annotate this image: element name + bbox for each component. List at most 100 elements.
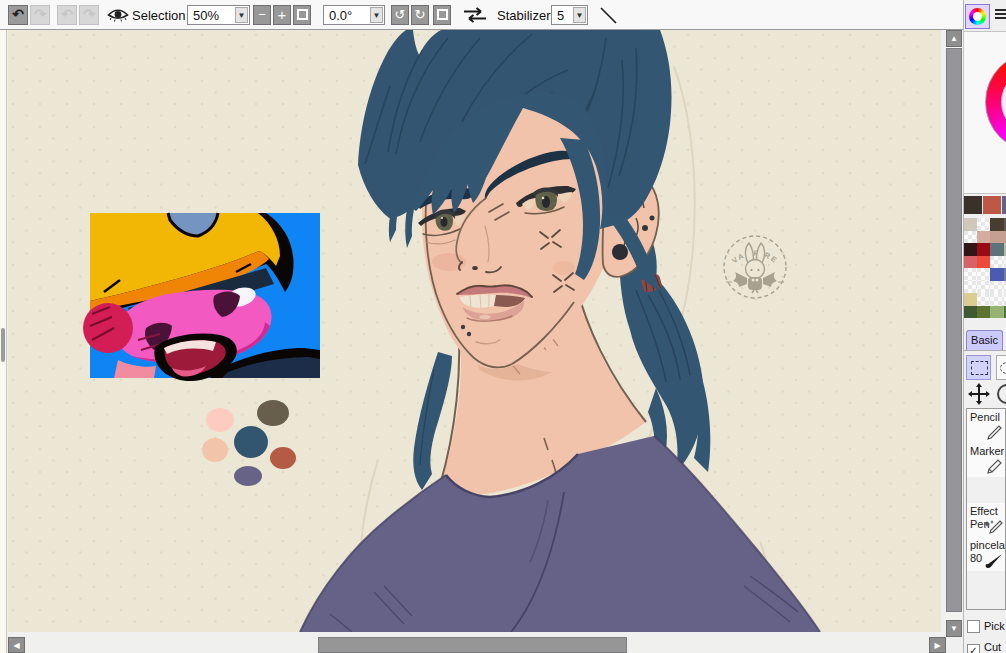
- palette-swatch-empty[interactable]: [964, 268, 977, 281]
- palette-swatch[interactable]: [977, 306, 990, 319]
- tool-pencil[interactable]: Pencil: [967, 409, 1005, 443]
- pick-checkbox[interactable]: [967, 620, 980, 633]
- palette-swatch[interactable]: [977, 231, 990, 244]
- flip-swap-icon[interactable]: [462, 7, 488, 23]
- palette-swatch-empty[interactable]: [990, 256, 1003, 269]
- tool-pencil-label: Pencil: [970, 411, 1000, 423]
- rotate-reset-button[interactable]: [433, 5, 451, 25]
- angle-dropdown-arrow[interactable]: ▼: [370, 7, 383, 23]
- palette-swatch-empty[interactable]: [977, 281, 990, 294]
- redo-button[interactable]: ↷: [30, 5, 50, 25]
- zoom-reset-button[interactable]: [293, 5, 311, 25]
- tool-pincela[interactable]: pincela. 80: [967, 537, 1005, 571]
- palette-swatch[interactable]: [977, 243, 990, 256]
- paint-dab: [206, 408, 234, 432]
- zoom-out-button[interactable]: −: [253, 5, 271, 25]
- angle-value: 0.0°: [329, 8, 352, 23]
- scroll-left-button[interactable]: ◀: [8, 637, 25, 653]
- ear-plug-piercing: [612, 244, 628, 260]
- recent-color-swatch[interactable]: [1002, 196, 1006, 214]
- zoom-dropdown-arrow[interactable]: ▼: [235, 7, 248, 23]
- toolbar: ↶ ↷ ↶ ↷ Selection 50% ▼ − + 0.0° ▼ ↺ ↻ S…: [0, 0, 1006, 30]
- palette-swatch[interactable]: [990, 243, 1003, 256]
- cut-option-row[interactable]: ✓Cut: [967, 641, 1001, 653]
- tool-list: Pencil Marker Effect Pen pincela. 80: [966, 408, 1006, 610]
- tool-slot-empty[interactable]: [967, 477, 1005, 503]
- undo-alt-button[interactable]: ↶: [57, 5, 77, 25]
- palette-swatch-empty[interactable]: [977, 218, 990, 231]
- canvas-artwork: VAMPIRE: [8, 30, 941, 632]
- select-lasso-tool[interactable]: [996, 355, 1006, 380]
- rotate-ccw-button[interactable]: ↺: [391, 5, 409, 25]
- visibility-eye-icon[interactable]: [107, 8, 129, 23]
- zoom-in-button[interactable]: +: [273, 5, 291, 25]
- palette-swatch[interactable]: [990, 231, 1003, 244]
- scroll-right-button[interactable]: ▶: [929, 637, 946, 653]
- scroll-down-button[interactable]: ▼: [946, 620, 962, 637]
- paint-dab: [202, 438, 228, 462]
- move-tool[interactable]: [967, 382, 991, 406]
- rotate-cw-button[interactable]: ↻: [411, 5, 429, 25]
- paint-dab: [270, 447, 296, 469]
- canvas-viewport[interactable]: VAMPIRE: [8, 30, 941, 632]
- cut-checkbox[interactable]: ✓: [967, 644, 980, 653]
- redo-alt-button[interactable]: ↷: [79, 5, 99, 25]
- palette-swatch[interactable]: [964, 256, 977, 269]
- effect-pen-icon: [984, 519, 1004, 535]
- palette-grid: [964, 218, 1006, 318]
- reference-image: [83, 213, 320, 381]
- undo-button[interactable]: ↶: [8, 5, 28, 25]
- tool-effect-label: Effect: [970, 505, 998, 517]
- brush-icon: [984, 553, 1004, 569]
- palette-swatch-empty[interactable]: [964, 281, 977, 294]
- palette-swatch[interactable]: [990, 218, 1003, 231]
- left-splitter-handle[interactable]: [1, 328, 5, 362]
- pick-option-row[interactable]: Pick: [967, 620, 1005, 633]
- paint-dab: [234, 466, 262, 486]
- tool-effect-pen[interactable]: Effect Pen: [967, 503, 1005, 537]
- tab-basic[interactable]: Basic: [966, 330, 1003, 351]
- line-tool-icon[interactable]: [598, 5, 619, 26]
- zoom-dropdown[interactable]: 50% ▼: [187, 5, 250, 25]
- palette-swatch-empty[interactable]: [990, 293, 1003, 306]
- paint-dab: [257, 400, 289, 426]
- zoom-value: 50%: [193, 8, 219, 23]
- palette-swatch[interactable]: [964, 306, 977, 319]
- tool-marker-label: Marker: [970, 445, 1004, 457]
- recent-color-swatch[interactable]: [964, 196, 982, 214]
- chin-piercing: [461, 325, 465, 329]
- recent-color-swatch[interactable]: [983, 196, 1001, 214]
- palette-swatch-empty[interactable]: [990, 281, 1003, 294]
- marker-icon: [986, 459, 1004, 475]
- stabilizer-dropdown[interactable]: 5 ▼: [551, 5, 588, 25]
- tool-slot-empty2[interactable]: [967, 571, 1005, 610]
- pick-label: Pick: [984, 620, 1005, 632]
- menu-icon[interactable]: [995, 9, 1006, 21]
- palette-swatch-empty[interactable]: [977, 268, 990, 281]
- palette-swatch[interactable]: [990, 268, 1003, 281]
- palette-swatch[interactable]: [964, 243, 977, 256]
- palette-swatch[interactable]: [977, 256, 990, 269]
- recent-colors-row: [964, 196, 1006, 214]
- vertical-scrollbar-thumb[interactable]: [946, 48, 962, 612]
- pencil-icon: [986, 425, 1004, 441]
- app-window: ↶ ↷ ↶ ↷ Selection 50% ▼ − + 0.0° ▼ ↺ ↻ S…: [0, 0, 1006, 653]
- ear-stud-piercing: [642, 225, 648, 231]
- palette-swatch[interactable]: [964, 293, 977, 306]
- angle-dropdown[interactable]: 0.0° ▼: [323, 5, 385, 25]
- tool-pincela-label: pincela.: [970, 539, 1006, 551]
- selection-label: Selection: [132, 8, 185, 23]
- paint-dab: [234, 426, 268, 458]
- scroll-up-button[interactable]: ▲: [946, 30, 962, 47]
- palette-swatch[interactable]: [990, 306, 1003, 319]
- stabilizer-dropdown-arrow[interactable]: ▼: [573, 7, 586, 23]
- palette-swatch-empty[interactable]: [964, 231, 977, 244]
- tool-marker[interactable]: Marker: [967, 443, 1005, 477]
- stabilizer-label: Stabilizer: [497, 8, 550, 23]
- stabilizer-value: 5: [557, 8, 564, 23]
- color-wheel-button[interactable]: [965, 4, 990, 29]
- palette-swatch-empty[interactable]: [977, 293, 990, 306]
- horizontal-scrollbar-thumb[interactable]: [318, 637, 627, 653]
- palette-swatch[interactable]: [964, 218, 977, 231]
- select-rectangle-tool[interactable]: [966, 355, 991, 380]
